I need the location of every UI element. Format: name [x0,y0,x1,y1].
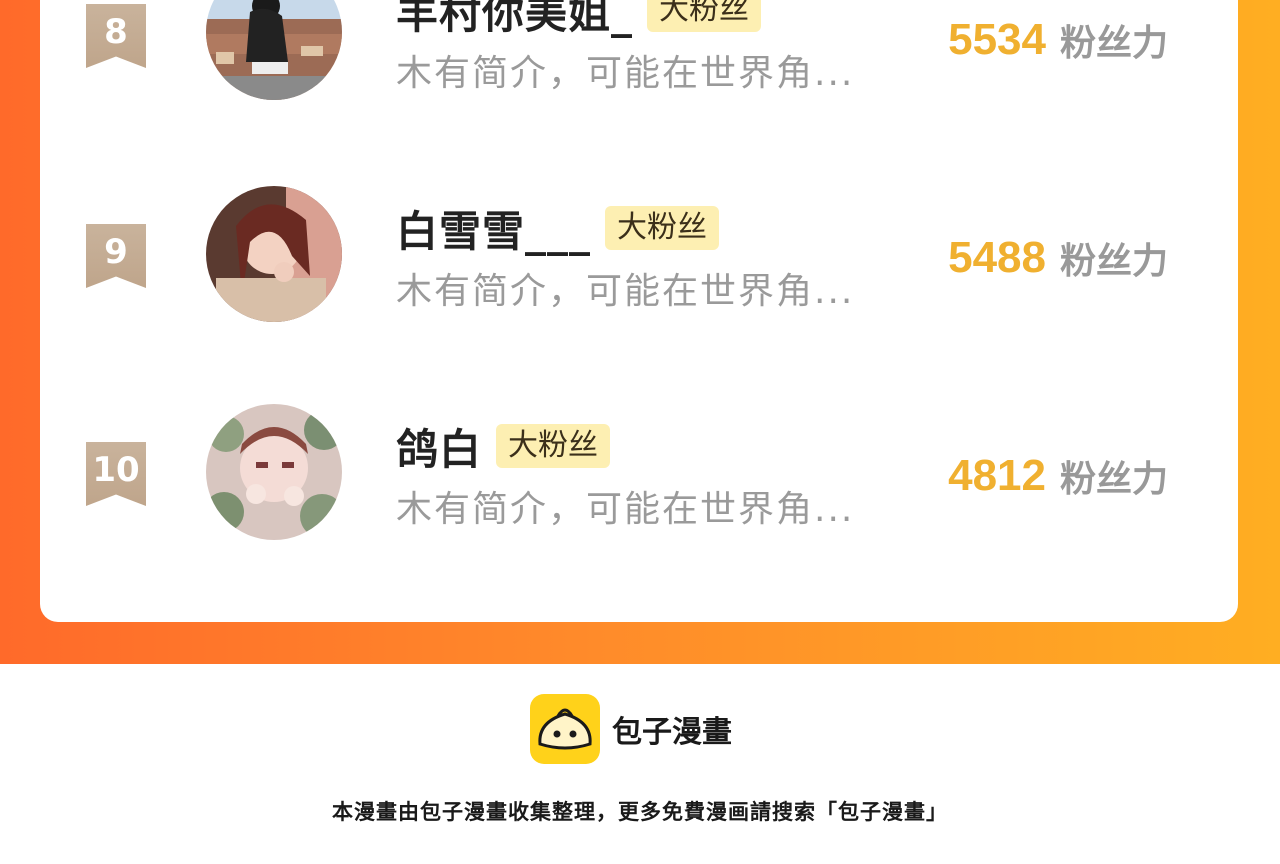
user-name[interactable]: 白雪雪___ [396,198,591,259]
user-name-line: 白雪雪___ 大粉丝 [396,198,720,259]
fan-level-badge: 大粉丝 [496,424,611,468]
rank-badge: 10 [86,442,146,506]
ranking-row[interactable]: 8 羊村你美姐_ 大粉丝 木有简介，可能在世界角... 5534 粉丝力 [40,0,1238,136]
rank-number: 9 [104,232,128,272]
user-name-line: 鸽白 大粉丝 [396,416,611,477]
fans-power: 5534 粉丝力 [948,12,1168,68]
rank-badge: 9 [86,224,146,288]
brand-logo[interactable]: 包子漫畫 [530,694,732,764]
rank-badge: 8 [86,4,146,68]
avatar[interactable] [206,0,342,100]
user-name-line: 羊村你美姐_ 大粉丝 [396,0,762,41]
avatar[interactable] [206,404,342,540]
user-name[interactable]: 鸽白 [396,416,482,477]
fan-level-badge: 大粉丝 [647,0,762,32]
user-name[interactable]: 羊村你美姐_ [396,0,633,41]
rank-number: 8 [104,12,128,52]
rank-number: 10 [92,450,140,490]
fan-level-badge: 大粉丝 [605,206,720,250]
user-intro: 木有简介，可能在世界角... [396,53,855,94]
fans-power: 4812 粉丝力 [948,448,1168,504]
ranking-card: 8 羊村你美姐_ 大粉丝 木有简介，可能在世界角... 5534 粉丝力 9 白… [40,0,1238,622]
fans-power-value: 5534 [948,15,1046,64]
fans-power: 5488 粉丝力 [948,230,1168,286]
fans-power-label: 粉丝力 [1059,241,1168,282]
user-intro: 木有简介，可能在世界角... [396,489,855,530]
bun-logo-icon [530,694,600,764]
footer-note: 本漫畫由包子漫畫收集整理，更多免費漫画請搜索「包子漫畫」 [332,800,948,824]
brand-name: 包子漫畫 [612,715,732,750]
ranking-row[interactable]: 9 白雪雪___ 大粉丝 木有简介，可能在世界角... 5488 粉丝力 [40,186,1238,354]
fans-power-value: 5488 [948,233,1046,282]
user-intro: 木有简介，可能在世界角... [396,271,855,312]
fans-power-label: 粉丝力 [1059,459,1168,500]
fans-power-label: 粉丝力 [1059,23,1168,64]
fans-power-value: 4812 [948,451,1046,500]
ranking-row[interactable]: 10 鸽白 大粉丝 木有简介，可能在世界角... 4812 粉丝力 [40,404,1238,572]
avatar[interactable] [206,186,342,322]
